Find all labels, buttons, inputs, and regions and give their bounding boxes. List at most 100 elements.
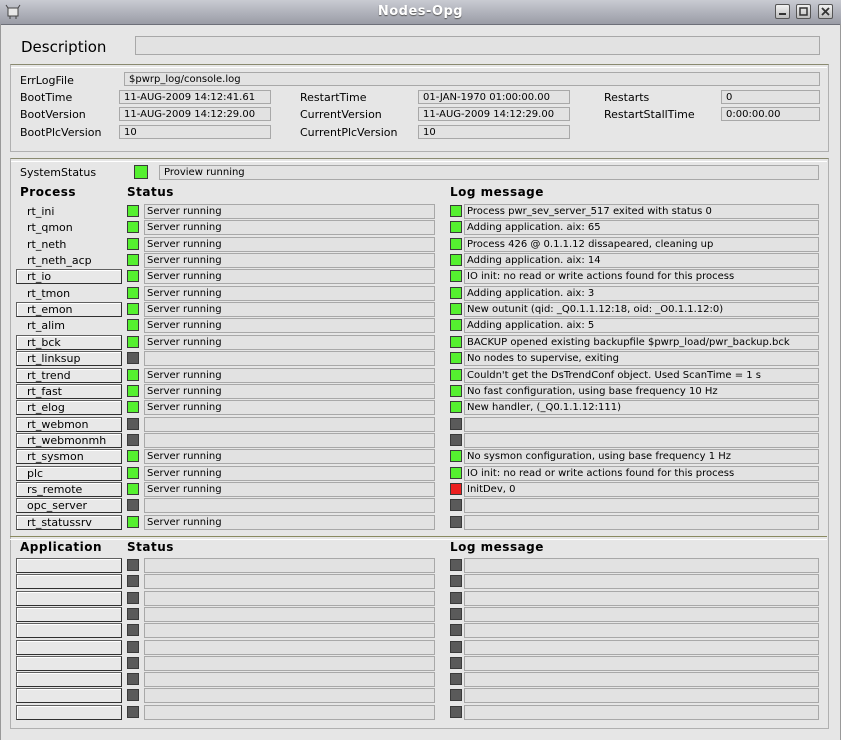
process-button[interactable]: rt_elog: [16, 400, 122, 416]
restarttime-field: 01-JAN-1970 01:00:00.00: [418, 90, 570, 104]
app-log-field: [464, 606, 819, 622]
process-button[interactable]: rt_trend: [16, 367, 122, 383]
window-title: Nodes-Opg: [377, 4, 464, 19]
status-field: Server running: [144, 400, 435, 416]
log-indicator: [450, 450, 462, 463]
application-button[interactable]: [16, 606, 122, 622]
log-indicator: [450, 254, 462, 267]
app-status-indicator: [127, 591, 139, 604]
status-field: [144, 498, 435, 514]
boottime-field: 11-AUG-2009 14:12:41.61: [119, 90, 271, 104]
close-button[interactable]: [818, 4, 833, 19]
application-button[interactable]: [16, 688, 122, 704]
log-indicator: [450, 482, 462, 495]
process-button[interactable]: rt_webmon: [16, 416, 122, 432]
log-field: Adding application. aix: 5: [464, 318, 819, 334]
log-field: InitDev, 0: [464, 481, 819, 497]
application-button[interactable]: [16, 672, 122, 688]
app-status-field: [144, 672, 435, 688]
app-log-field: [464, 590, 819, 606]
process-button[interactable]: rt_webmonmh: [16, 432, 122, 448]
bootversion-field: 11-AUG-2009 14:12:29.00: [119, 107, 271, 121]
app-log-indicator: [450, 640, 462, 653]
app-log-indicator: [450, 705, 462, 718]
application-button[interactable]: [16, 623, 122, 639]
maximize-icon: [799, 7, 808, 16]
currentplcversion-field: 10: [418, 125, 570, 139]
log-indicator: [450, 303, 462, 316]
process-button[interactable]: rt_io: [16, 269, 122, 285]
app-status-indicator: [127, 559, 139, 571]
status-indicator: [127, 352, 139, 365]
app-status-field: [144, 558, 435, 573]
app-status-field: [144, 590, 435, 606]
errlogfile-field: $pwrp_log/console.log: [124, 72, 820, 86]
application-button[interactable]: [16, 590, 122, 606]
app-log-message-header: Log message: [450, 540, 544, 554]
status-indicator: [127, 384, 139, 397]
log-indicator: [450, 352, 462, 365]
process-button[interactable]: rt_fast: [16, 383, 122, 399]
process-button[interactable]: rt_bck: [16, 334, 122, 350]
app-status-field: [144, 655, 435, 671]
status-indicator: [127, 450, 139, 463]
bootversion-label: BootVersion: [20, 108, 86, 121]
status-field: Server running: [144, 269, 435, 285]
status-indicator: [127, 270, 139, 283]
app-status-field: [144, 688, 435, 704]
log-indicator: [450, 515, 462, 528]
log-field: No nodes to supervise, exiting: [464, 351, 819, 367]
status-indicator: [127, 417, 139, 430]
application-button[interactable]: [16, 639, 122, 655]
process-button[interactable]: rs_remote: [16, 481, 122, 497]
process-label: rt_tmon: [27, 286, 71, 300]
app-status-indicator: [127, 656, 139, 669]
title-bar: Nodes-Opg: [0, 0, 841, 25]
status-indicator: [127, 286, 139, 299]
app-log-indicator: [450, 591, 462, 604]
log-indicator: [450, 384, 462, 397]
status-indicator: [127, 237, 139, 250]
process-label: rt_alim: [27, 319, 65, 333]
application-button[interactable]: [16, 704, 122, 720]
currentversion-field: 11-AUG-2009 14:12:29.00: [418, 107, 570, 121]
log-message-header: Log message: [450, 185, 544, 199]
process-label: rt_qmon: [27, 221, 73, 235]
process-button[interactable]: rt_statussrv: [16, 514, 122, 530]
process-button[interactable]: rt_emon: [16, 302, 122, 318]
description-label: Description: [21, 38, 107, 56]
status-indicator: [127, 482, 139, 495]
app-log-indicator: [450, 624, 462, 637]
status-field: Server running: [144, 481, 435, 497]
process-button[interactable]: rt_linksup: [16, 351, 122, 367]
log-indicator: [450, 319, 462, 332]
app-status-indicator: [127, 607, 139, 620]
application-button[interactable]: [16, 574, 122, 590]
status-field: [144, 432, 435, 448]
process-button[interactable]: plc: [16, 465, 122, 481]
maximize-button[interactable]: [796, 4, 811, 19]
app-log-indicator: [450, 575, 462, 588]
status-indicator: [127, 254, 139, 267]
process-label: rt_ini: [27, 205, 55, 218]
app-status-indicator: [127, 575, 139, 588]
process-button[interactable]: rt_sysmon: [16, 449, 122, 465]
status-field: [144, 351, 435, 367]
process-header: Process: [20, 185, 76, 199]
status-field: Server running: [144, 449, 435, 465]
application-button[interactable]: [16, 655, 122, 671]
log-field: Couldn't get the DsTrendConf object. Use…: [464, 367, 819, 383]
log-field: Process 426 @ 0.1.1.12 dissapeared, clea…: [464, 236, 819, 252]
app-status-indicator: [127, 640, 139, 653]
status-field: Server running: [144, 334, 435, 350]
log-indicator: [450, 417, 462, 430]
bootplcversion-label: BootPlcVersion: [20, 126, 102, 139]
application-button[interactable]: [16, 558, 122, 573]
log-field: Adding application. aix: 14: [464, 253, 819, 269]
process-button[interactable]: opc_server: [16, 498, 122, 514]
minimize-button[interactable]: [775, 4, 790, 19]
systemstatus-label: SystemStatus: [20, 166, 97, 179]
app-status-indicator: [127, 673, 139, 686]
app-log-indicator: [450, 607, 462, 620]
app-status-header: Status: [127, 540, 174, 554]
